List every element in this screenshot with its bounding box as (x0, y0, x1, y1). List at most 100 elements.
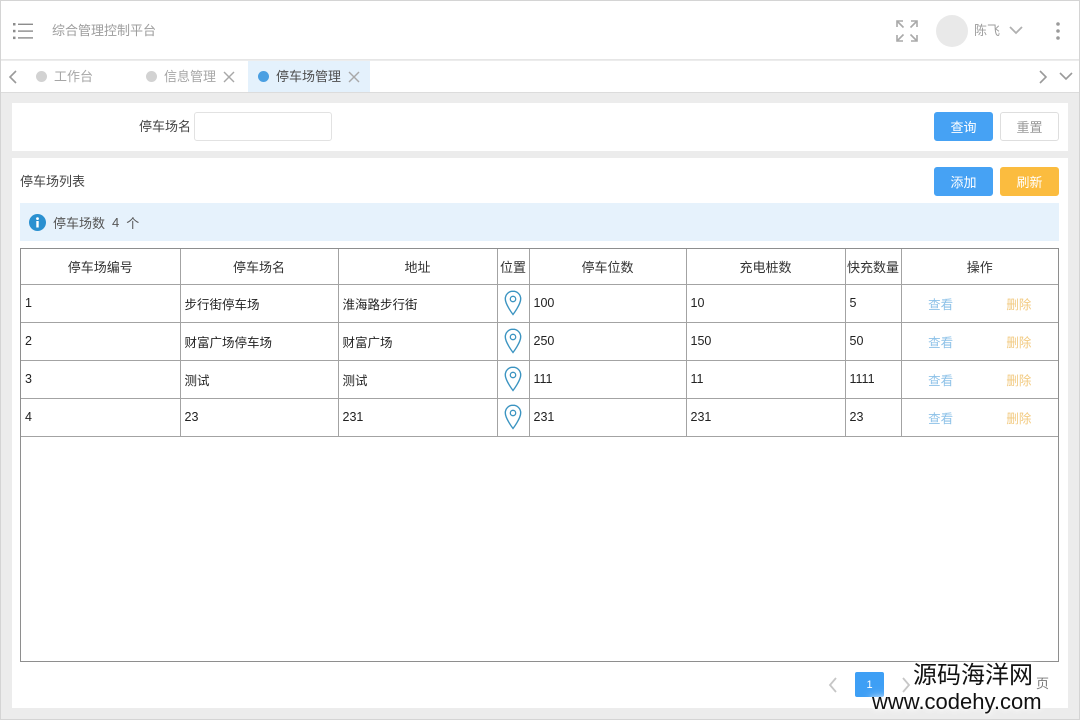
cell-name: 财富广场停车场 (180, 322, 339, 361)
chevron-down-icon[interactable] (1059, 72, 1073, 81)
tab-parking-management[interactable]: 停车场管理 (248, 61, 371, 92)
row-actions: 查看 删除 (902, 408, 1059, 427)
delete-link[interactable]: 删除 (1006, 370, 1031, 389)
cell-chargers: 10 (686, 284, 846, 323)
view-link[interactable]: 查看 (928, 408, 953, 427)
column-header-chargers: 充电桩数 (686, 249, 846, 285)
delete-link[interactable]: 删除 (1006, 294, 1031, 313)
add-button[interactable]: 添加 (934, 167, 993, 196)
table-row: 3 测试 测试 111 11 1111 查看 删除 (21, 360, 1059, 399)
tab-info-management[interactable]: 信息管理 (136, 61, 245, 92)
cell-actions: 查看 删除 (901, 284, 1059, 323)
cell-actions: 查看 删除 (901, 322, 1059, 361)
table-row: 4 23 231 231 231 23 查看 删除 (21, 398, 1059, 437)
cell-id: 3 (21, 360, 181, 399)
chevron-left-icon[interactable] (8, 70, 18, 84)
cell-location (497, 360, 530, 399)
list-title: 停车场列表 (20, 174, 86, 189)
cell-fast-chargers: 23 (845, 398, 902, 437)
cell-id: 1 (21, 284, 181, 323)
cell-spaces: 231 (529, 398, 687, 437)
tab-label: 信息管理 (164, 68, 217, 84)
cell-address: 测试 (338, 360, 498, 399)
top-header: 综合管理控制平台 陈飞 (1, 1, 1079, 60)
row-actions: 查看 删除 (902, 370, 1059, 389)
watermark-name: 源码海洋网 (913, 662, 1033, 689)
tab-label: 停车场管理 (276, 68, 342, 84)
cell-id: 4 (21, 398, 181, 437)
cell-fast-chargers: 1111 (845, 360, 902, 399)
summary-alert: 停车场数 4 个 (20, 203, 1059, 241)
cell-chargers: 11 (686, 360, 846, 399)
column-header-location: 位置 (497, 249, 530, 285)
map-pin-icon[interactable] (504, 290, 522, 316)
info-icon (29, 213, 46, 231)
cell-spaces: 100 (529, 284, 687, 323)
delete-link[interactable]: 删除 (1006, 408, 1031, 427)
more-vertical-icon[interactable] (1052, 19, 1064, 43)
summary-count: 4 (112, 214, 120, 230)
avatar[interactable] (936, 15, 968, 47)
delete-link[interactable]: 删除 (1006, 332, 1031, 351)
cell-spaces: 111 (529, 360, 687, 399)
cell-name: 测试 (180, 360, 339, 399)
summary-unit: 个 (126, 215, 140, 231)
cell-actions: 查看 删除 (901, 360, 1059, 399)
cell-name: 23 (180, 398, 339, 437)
parking-table: 停车场编号 停车场名 地址 位置 停车位数 充电桩数 快充数量 操作 1 步行街… (20, 248, 1059, 662)
column-header-spaces: 停车位数 (529, 249, 687, 285)
column-header-address: 地址 (338, 249, 498, 285)
tab-status-dot (258, 71, 269, 82)
fullscreen-icon[interactable] (895, 19, 919, 43)
cell-spaces: 250 (529, 322, 687, 361)
tab-status-dot (36, 71, 47, 82)
row-actions: 查看 删除 (902, 332, 1059, 351)
refresh-button[interactable]: 刷新 (1000, 167, 1059, 196)
close-icon[interactable] (348, 71, 360, 83)
data-table: 停车场编号 停车场名 地址 位置 停车位数 充电桩数 快充数量 操作 1 步行街… (21, 249, 1058, 437)
map-pin-icon[interactable] (504, 366, 522, 392)
app-title: 综合管理控制平台 (52, 23, 157, 38)
view-link[interactable]: 查看 (928, 294, 953, 313)
column-header-name: 停车场名 (180, 249, 339, 285)
menu-icon[interactable] (13, 22, 33, 40)
column-header-actions: 操作 (901, 249, 1058, 285)
tab-status-dot (146, 71, 157, 82)
parking-name-label: 停车场名 (139, 119, 192, 134)
row-actions: 查看 删除 (902, 294, 1059, 313)
cell-address: 231 (338, 398, 498, 437)
parking-list-panel: 停车场列表 添加 刷新 停车场数 4 个 停车场编号 停车场名 地址 位置 停车… (12, 158, 1068, 708)
table-row: 2 财富广场停车场 财富广场 250 150 50 查看 删除 (21, 322, 1059, 361)
cell-chargers: 150 (686, 322, 846, 361)
map-pin-icon[interactable] (504, 404, 522, 430)
tab-workbench[interactable]: 工作台 (26, 61, 103, 92)
cell-name: 步行街停车场 (180, 284, 339, 323)
cell-fast-chargers: 50 (845, 322, 902, 361)
parking-name-input[interactable] (194, 112, 332, 141)
column-header-id: 停车场编号 (21, 249, 181, 285)
view-link[interactable]: 查看 (928, 370, 953, 389)
pagination-prev-icon[interactable] (828, 677, 838, 693)
watermark: 源码海洋网 www.codehy.com (872, 662, 1072, 716)
close-icon[interactable] (223, 71, 235, 83)
chevron-down-icon[interactable] (1009, 26, 1023, 35)
cell-location (497, 284, 530, 323)
table-header-row: 停车场编号 停车场名 地址 位置 停车位数 充电桩数 快充数量 操作 (21, 249, 1058, 285)
cell-address: 财富广场 (338, 322, 498, 361)
cell-fast-chargers: 5 (845, 284, 902, 323)
search-form: 停车场名 查询 重置 (12, 103, 1068, 151)
cell-id: 2 (21, 322, 181, 361)
view-link[interactable]: 查看 (928, 332, 953, 351)
user-name[interactable]: 陈飞 (974, 22, 1000, 40)
query-button[interactable]: 查询 (934, 112, 993, 141)
tab-label: 工作台 (54, 68, 94, 84)
cell-location (497, 398, 530, 437)
cell-location (497, 322, 530, 361)
reset-button[interactable]: 重置 (1000, 112, 1059, 141)
cell-actions: 查看 删除 (901, 398, 1059, 437)
column-header-fast-chargers: 快充数量 (845, 249, 902, 285)
summary-label: 停车场数 (53, 215, 106, 231)
map-pin-icon[interactable] (504, 328, 522, 354)
chevron-right-icon[interactable] (1038, 70, 1048, 84)
cell-chargers: 231 (686, 398, 846, 437)
